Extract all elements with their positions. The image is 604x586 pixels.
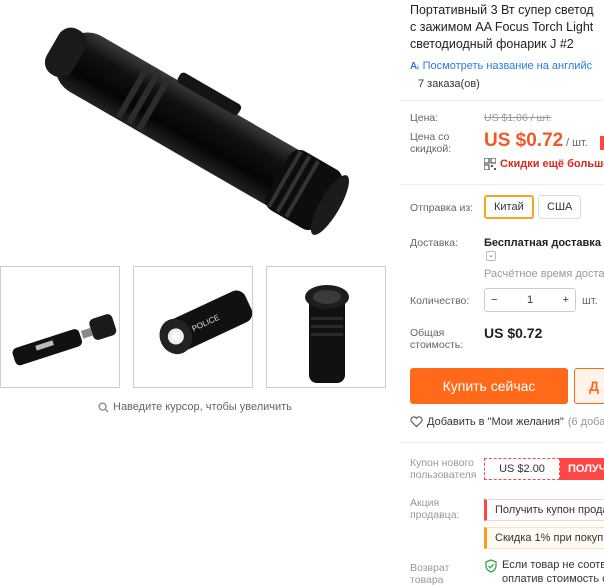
delivery-value[interactable]: Бесплатная доставка в — [484, 237, 604, 249]
wishlist-count: (6 доба — [567, 416, 604, 428]
title-line-1: Портативный 3 Вт супер светод — [410, 3, 594, 17]
flashlight-image — [44, 27, 349, 235]
thumbnail-disassembled-image — [12, 314, 117, 366]
delivery-label: Доставка: — [410, 237, 459, 249]
returns-label-line-1: Возврат — [410, 562, 450, 574]
divider — [400, 100, 604, 101]
seller-promo-label: Акция продавца: — [410, 497, 459, 521]
zoom-hint: Наведите курсор, чтобы увеличить — [98, 401, 292, 413]
total-label-line-2: стоимость: — [410, 339, 464, 351]
chevron-down-icon[interactable]: ⌄ — [486, 251, 496, 261]
returns-info: Если товар не соотв оплатив стоимость с — [484, 558, 604, 586]
heart-icon — [410, 416, 423, 428]
returns-text-line-2: оплатив стоимость с — [502, 573, 604, 585]
title-line-3: светодиодный фонарик J #2 — [410, 37, 574, 51]
discount-text: Скидки ещё больше — [500, 158, 604, 170]
get-coupon-button[interactable]: ПОЛУЧЧ — [560, 458, 604, 480]
ship-from-option-usa[interactable]: США — [538, 195, 582, 219]
magnifier-icon — [98, 401, 109, 413]
add-to-wishlist-link[interactable]: Добавить в "Мои желания" (6 доба — [410, 416, 604, 428]
promo-label-line-2: продавца: — [410, 509, 460, 521]
total-label-line-1: Общая — [410, 327, 445, 339]
buy-now-button[interactable]: Купить сейчас — [410, 368, 568, 404]
main-product-image[interactable] — [0, 0, 398, 262]
translate-icon: Aᵢ — [410, 60, 419, 72]
price-label: Цена: — [410, 112, 439, 124]
returns-label-line-2: товара — [410, 574, 444, 586]
translate-link-text: Посмотреть название на английс — [422, 60, 593, 72]
old-price: US $1.06 / шт. — [484, 112, 552, 124]
sale-label-line-1: Цена со — [410, 131, 450, 143]
seller-coupon-promo[interactable]: Получить купон прода — [484, 499, 604, 521]
thumbnail-1[interactable] — [0, 266, 120, 388]
returns-text-line-1: Если товар не соотв — [502, 559, 604, 571]
quantity-increase-button[interactable]: + — [563, 294, 569, 306]
quantity-input[interactable]: 1 — [527, 294, 533, 306]
price-badge — [600, 136, 604, 150]
quantity-decrease-button[interactable]: − — [491, 294, 497, 306]
coupon-label-line-1: Купон нового — [410, 457, 474, 469]
discount-link[interactable]: Скидки ещё больше — [484, 158, 604, 170]
orders-count: 7 заказа(ов) — [418, 78, 480, 90]
bulk-discount-promo[interactable]: Скидка 1% при покуп — [484, 527, 604, 549]
ship-from-option-china[interactable]: Китай — [484, 195, 534, 219]
sale-label-line-2: скидкой: — [410, 143, 452, 155]
sale-price: US $0.72 — [484, 130, 564, 151]
thumbnail-3[interactable] — [266, 266, 386, 388]
product-info-panel: Портативный 3 Вт супер светод с зажимом … — [400, 0, 604, 586]
delivery-estimate: Расчётное время доставк — [484, 268, 604, 280]
translate-link[interactable]: Aᵢ Посмотреть название на английс — [410, 60, 592, 72]
total-label: Общая стоимость: — [410, 327, 463, 351]
returns-text: Если товар не соотв оплатив стоимость с — [502, 558, 604, 586]
shield-icon — [485, 559, 497, 573]
per-unit: / шт. — [566, 137, 588, 149]
thumbnail-tail-image — [305, 285, 349, 383]
coupon-value: US $2.00 — [484, 458, 560, 480]
promo-label-line-1: Акция — [410, 497, 440, 509]
product-title: Портативный 3 Вт супер светод с зажимом … — [410, 2, 604, 53]
title-line-2: с зажимом AA Focus Torch Light — [410, 20, 594, 34]
thumbnail-front-image: POLICE — [159, 290, 252, 355]
wishlist-text: Добавить в "Мои желания" — [427, 416, 564, 428]
divider — [400, 184, 604, 185]
qr-code-icon — [484, 158, 496, 170]
total-price: US $0.72 — [484, 325, 543, 341]
quantity-unit: шт. — [582, 295, 598, 307]
new-user-coupon-label: Купон нового пользователя — [410, 457, 477, 481]
sale-price-label: Цена со скидкой: — [410, 131, 451, 155]
thumbnail-2[interactable]: POLICE — [133, 266, 253, 388]
divider — [400, 442, 604, 443]
quantity-label: Количество: — [410, 295, 470, 307]
zoom-hint-text: Наведите курсор, чтобы увеличить — [113, 401, 292, 413]
quantity-stepper: − 1 + — [484, 288, 576, 312]
coupon-label-line-2: пользователя — [410, 469, 477, 481]
ship-from-label: Отправка из: — [410, 202, 474, 214]
add-to-cart-button[interactable]: Д — [574, 368, 604, 404]
returns-label: Возврат товара — [410, 562, 449, 586]
